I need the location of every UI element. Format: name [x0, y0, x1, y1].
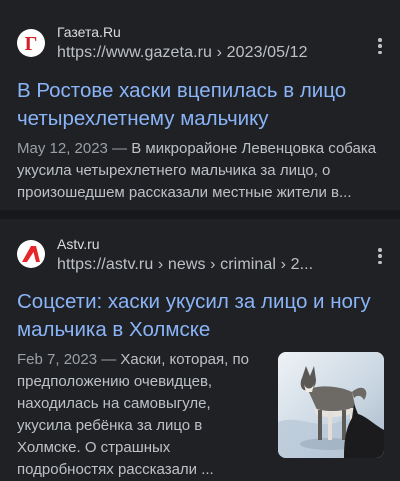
more-options-icon[interactable] [374, 36, 386, 56]
result-date: Feb 7, 2023 — [17, 351, 117, 368]
result-site-name[interactable]: Astv.ru [57, 236, 100, 252]
gazeta-favicon-icon[interactable]: Г [17, 29, 45, 57]
more-options-icon[interactable] [374, 246, 386, 266]
husky-photo-icon [278, 352, 384, 458]
result-snippet: May 12, 2023 — В микрорайоне Левенцовка … [17, 138, 383, 204]
result-title-link[interactable]: В Ростове хаски вцепилась в лицо четырех… [17, 77, 387, 133]
result-divider [0, 210, 400, 219]
search-result-astv: Astv.ru https://astv.ru › news › crimina… [0, 219, 400, 481]
result-url[interactable]: https://astv.ru › news › criminal › 2... [57, 256, 313, 274]
astv-a-icon [22, 246, 40, 262]
result-date: May 12, 2023 — [17, 140, 128, 157]
result-snippet-text: Хаски, которая, по предположению очевидц… [17, 351, 249, 478]
result-site-name[interactable]: Газета.Ru [57, 24, 121, 40]
husky-thumbnail-image[interactable] [278, 352, 384, 458]
astv-logo-icon[interactable] [17, 240, 45, 268]
result-url[interactable]: https://www.gazeta.ru › 2023/05/12 [57, 44, 308, 62]
result-title-link[interactable]: Соцсети: хаски укусил за лицо и ногу мал… [17, 288, 387, 344]
result-snippet: Feb 7, 2023 — Хаски, которая, по предпол… [17, 349, 269, 481]
search-result-gazeta: Г Газета.Ru https://www.gazeta.ru › 2023… [0, 0, 400, 210]
